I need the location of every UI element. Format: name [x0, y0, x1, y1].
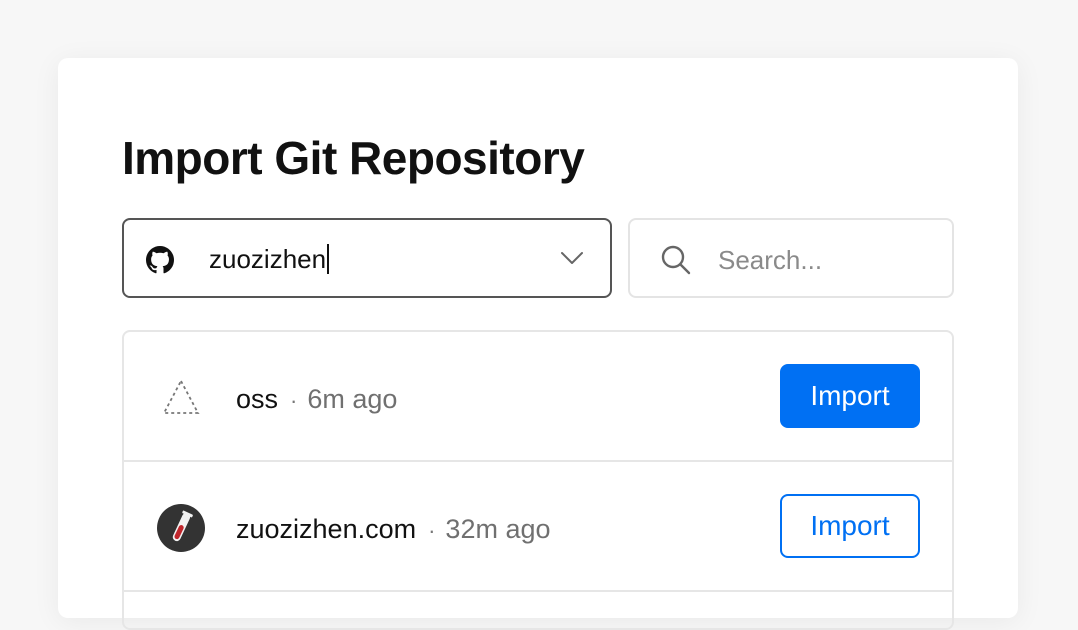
separator-dot: · [290, 388, 298, 413]
import-button[interactable]: Import [780, 364, 920, 428]
text-caret [327, 244, 330, 275]
test-tube-icon [157, 504, 205, 552]
search-icon [661, 245, 691, 275]
search-input[interactable] [718, 240, 938, 280]
repo-name: oss [236, 384, 279, 414]
repo-info: oss · 6m ago [236, 382, 397, 418]
page-title: Import Git Repository [122, 132, 585, 184]
triangle-outline-icon [162, 379, 200, 414]
chevron-down-icon [561, 252, 583, 264]
repo-name: zuozizhen.com [236, 514, 417, 544]
github-icon [146, 246, 174, 274]
import-card: Import Git Repository zuozizhen oss · 6m a… [58, 58, 1018, 630]
repo-row-oss: oss · 6m ago Import [124, 332, 952, 462]
repo-updated-time: 6m ago [307, 384, 398, 414]
account-select[interactable]: zuozizhen [122, 218, 612, 298]
separator-dot: · [428, 518, 436, 543]
import-button[interactable]: Import [780, 494, 920, 558]
repo-updated-time: 32m ago [445, 514, 551, 544]
account-select-value: zuozizhen [209, 243, 330, 276]
repo-row-zuozizhen-com: zuozizhen.com · 32m ago Import [124, 462, 952, 592]
search-field[interactable] [628, 218, 954, 298]
repo-info: zuozizhen.com · 32m ago [236, 512, 551, 548]
repo-list: oss · 6m ago Import zuozizhen.com · 32m ago … [122, 330, 954, 630]
